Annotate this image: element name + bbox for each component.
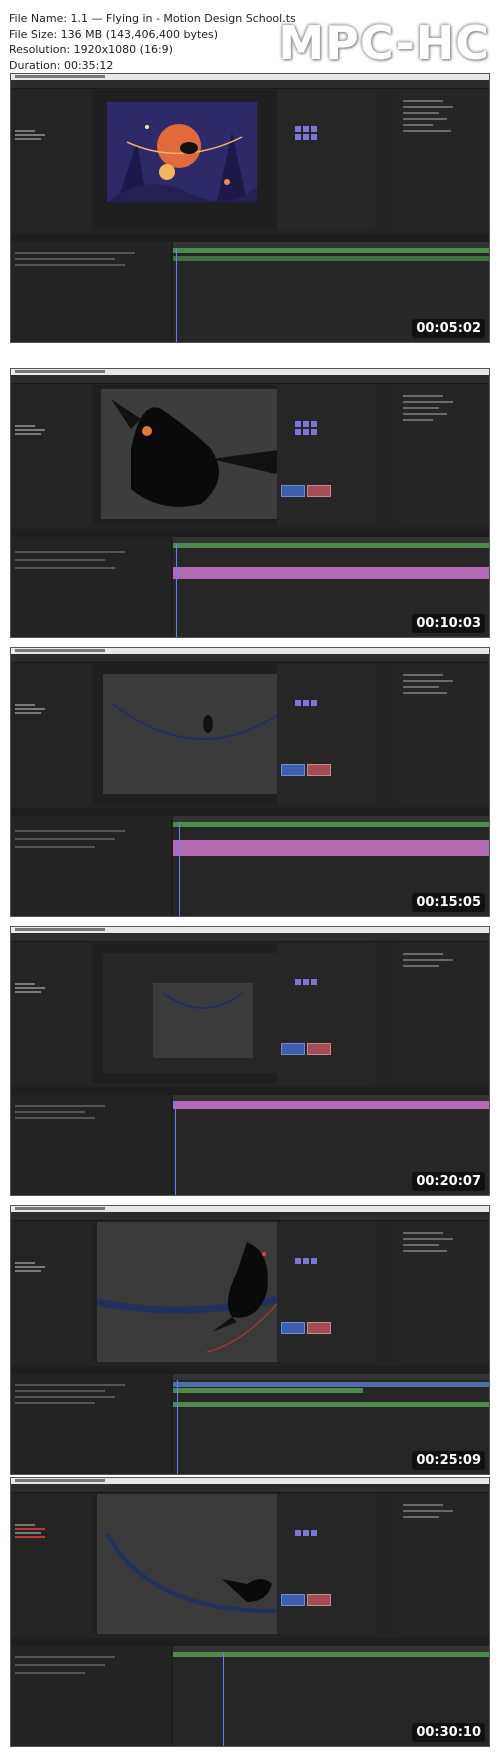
thumbnail-frame[interactable]: 00:05:02 xyxy=(10,73,490,343)
effects-panel xyxy=(399,385,489,525)
project-panel xyxy=(11,385,91,525)
effects-panel xyxy=(399,1222,489,1362)
scene-wire-box xyxy=(103,953,303,1073)
playhead[interactable] xyxy=(179,822,180,916)
toolbar xyxy=(11,654,489,663)
project-panel xyxy=(11,943,91,1083)
scene-bird-closeup xyxy=(101,389,291,519)
toolbar xyxy=(11,1484,489,1493)
scene-wire-small-bird xyxy=(103,674,303,794)
properties-panel xyxy=(277,1494,375,1634)
thumbnail-timestamp: 00:15:05 xyxy=(412,893,485,912)
mpc-hc-logo: MPC-HC xyxy=(278,16,490,70)
project-panel xyxy=(11,664,91,804)
playhead[interactable] xyxy=(223,1652,224,1746)
properties-panel xyxy=(277,664,375,804)
toolbar xyxy=(11,375,489,384)
properties-panel xyxy=(277,1222,375,1362)
file-info: File Name: 1.1 — Flying in - Motion Desi… xyxy=(9,11,296,73)
thumbnail-timestamp: 00:10:03 xyxy=(412,614,485,633)
effects-panel xyxy=(399,90,489,230)
playhead[interactable] xyxy=(175,1101,176,1195)
layer-list xyxy=(11,537,171,637)
layer-list xyxy=(11,1374,171,1474)
file-size: File Size: 136 MB (143,406,400 bytes) xyxy=(9,27,219,41)
layer-list xyxy=(11,1095,171,1195)
layer-list xyxy=(11,242,171,342)
toolbar xyxy=(11,1212,489,1221)
properties-panel xyxy=(277,385,375,525)
properties-panel xyxy=(277,90,375,230)
thumbnail-frame[interactable]: 00:10:03 xyxy=(10,368,490,638)
playhead[interactable] xyxy=(176,543,177,637)
layer-list xyxy=(11,816,171,916)
effects-panel xyxy=(399,943,489,1083)
thumbnail-frame[interactable]: 00:25:09 xyxy=(10,1205,490,1475)
properties-panel xyxy=(277,943,375,1083)
file-name: File Name: 1.1 — Flying in - Motion Desi… xyxy=(9,12,296,25)
thumbnail-timestamp: 00:25:09 xyxy=(412,1451,485,1470)
thumbnail-timestamp: 00:30:10 xyxy=(412,1723,485,1742)
project-panel xyxy=(11,1494,91,1634)
effects-panel xyxy=(399,1494,489,1634)
scene-illustration xyxy=(107,102,257,202)
playhead[interactable] xyxy=(177,1380,178,1474)
toolbar xyxy=(11,80,489,89)
layer-list xyxy=(11,1646,171,1746)
toolbar xyxy=(11,933,489,942)
thumbnail-frame[interactable]: 00:20:07 xyxy=(10,926,490,1196)
thumbnail-frame[interactable]: 00:30:10 xyxy=(10,1477,490,1747)
thumbnail-timestamp: 00:05:02 xyxy=(412,319,485,338)
scene-bird-on-wire-large xyxy=(97,1222,307,1362)
project-panel xyxy=(11,90,91,230)
thumbnail-timestamp: 00:20:07 xyxy=(412,1172,485,1191)
file-resolution: Resolution: 1920x1080 (16:9) xyxy=(9,43,173,56)
effects-panel xyxy=(399,664,489,804)
file-duration: Duration: 00:35:12 xyxy=(9,58,114,72)
playhead[interactable] xyxy=(176,248,177,342)
project-panel xyxy=(11,1222,91,1362)
thumbnail-frame[interactable]: 00:15:05 xyxy=(10,647,490,917)
